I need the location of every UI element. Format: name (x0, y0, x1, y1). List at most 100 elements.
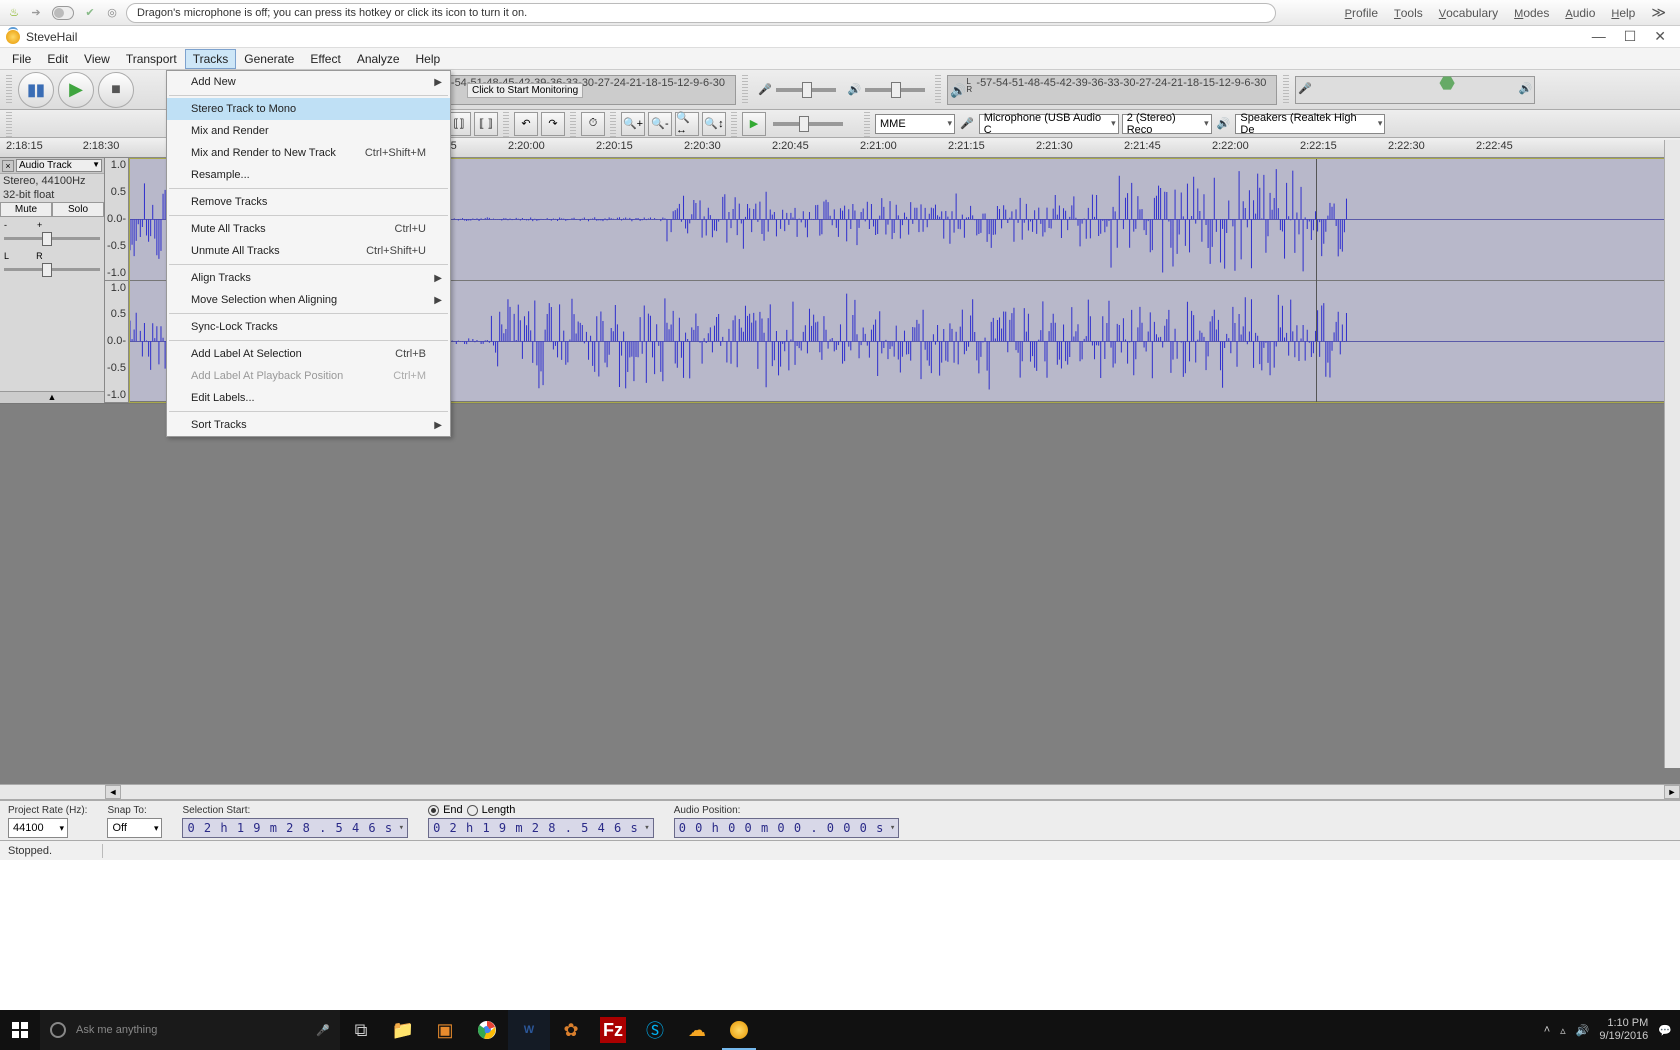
vertical-scrollbar[interactable] (1664, 140, 1680, 768)
cortana-search[interactable]: Ask me anything 🎤 (40, 1010, 340, 1050)
menu-item[interactable]: Mix and Render to New TrackCtrl+Shift+M (167, 142, 450, 164)
audio-position-field[interactable]: 0 0 h 0 0 m 0 0 . 0 0 0 s (674, 818, 900, 838)
selection-start-field[interactable]: 0 2 h 1 9 m 2 8 . 5 4 6 s (182, 818, 408, 838)
stop-button[interactable]: ■ (98, 72, 134, 108)
menu-transport[interactable]: Transport (118, 49, 185, 69)
menu-item[interactable]: Add New▶ (167, 71, 450, 93)
menu-item[interactable]: Sort Tracks▶ (167, 414, 450, 436)
play-at-speed-button[interactable]: ▶ (742, 112, 766, 136)
scroll-left-button[interactable]: ◄ (105, 785, 121, 799)
menu-tracks[interactable]: Tracks (185, 49, 237, 69)
horizontal-scrollbar[interactable]: ◄ ► (0, 784, 1680, 800)
dragon-menu-modes[interactable]: Modes (1514, 6, 1549, 20)
task-view-button[interactable]: ⧉ (340, 1010, 382, 1050)
toolbar-grip[interactable] (935, 75, 941, 105)
tray-chevron-icon[interactable]: ˄ (1544, 1024, 1550, 1036)
menu-item[interactable]: Align Tracks▶ (167, 267, 450, 289)
taskbar-filezilla-icon[interactable]: Fz (600, 1017, 626, 1043)
menu-item[interactable]: Move Selection when Aligning▶ (167, 289, 450, 311)
menu-item[interactable]: Edit Labels... (167, 387, 450, 409)
menu-analyze[interactable]: Analyze (349, 49, 408, 69)
taskbar-explorer-icon[interactable]: 📁 (382, 1010, 424, 1050)
menu-item[interactable]: Stereo Track to Mono (167, 98, 450, 120)
toolbar-grip[interactable] (6, 75, 12, 105)
zoom-in-button[interactable]: 🔍+ (621, 112, 645, 136)
zoom-out-button[interactable]: 🔍- (648, 112, 672, 136)
scrub-ruler[interactable]: 🎤 ⬣ 🔊 (1295, 76, 1535, 104)
scroll-right-button[interactable]: ► (1664, 785, 1680, 799)
dragon-menu-audio[interactable]: Audio (1565, 6, 1595, 20)
dragon-menu-help[interactable]: Help (1611, 6, 1635, 20)
toolbar-grip[interactable] (731, 109, 737, 139)
menu-item[interactable]: Remove Tracks (167, 191, 450, 213)
mute-button[interactable]: Mute (0, 202, 52, 217)
input-device-combo[interactable]: Microphone (USB Audio C (979, 114, 1119, 134)
play-speed-slider[interactable] (769, 109, 859, 139)
dragon-menu-vocabulary[interactable]: Vocabulary (1439, 6, 1498, 20)
snap-to-combo[interactable]: Off (107, 818, 162, 838)
tray-network-icon[interactable]: ▵ (1560, 1024, 1566, 1037)
toolbar-grip[interactable] (864, 109, 870, 139)
redo-button[interactable]: ↷ (541, 112, 565, 136)
dragon-check-icon[interactable]: ✔ (82, 5, 98, 21)
fit-selection-button[interactable]: 🔍↔ (675, 112, 699, 136)
toolbar-grip[interactable] (1283, 75, 1289, 105)
track-control-panel[interactable]: × Audio Track Stereo, 44100Hz 32-bit flo… (0, 158, 105, 403)
menu-effect[interactable]: Effect (302, 49, 348, 69)
taskbar-skype-icon[interactable]: Ⓢ (634, 1010, 676, 1050)
close-button[interactable]: ✕ (1654, 28, 1666, 45)
recording-meter[interactable]: 🎤 LR -57-54-51-48-45-42-39-36-33-30-27-2… (406, 75, 736, 105)
menu-item[interactable]: Mix and Render (167, 120, 450, 142)
toolbar-grip[interactable] (570, 109, 576, 139)
rec-volume-slider[interactable]: 🎤 (754, 75, 840, 105)
scrub-head-icon[interactable]: ⬣ (1439, 73, 1455, 94)
track-collapse-button[interactable]: ▲ (0, 391, 104, 403)
taskbar-media-icon[interactable]: ▣ (424, 1010, 466, 1050)
dragon-menu-profile[interactable]: Profile (1345, 6, 1378, 20)
dragon-flame-icon[interactable]: ♨ (6, 5, 22, 21)
taskbar-word-icon[interactable]: W (508, 1010, 550, 1050)
menu-help[interactable]: Help (408, 49, 449, 69)
dragon-target-icon[interactable]: ◎ (104, 5, 120, 21)
end-radio[interactable] (428, 805, 439, 816)
tray-volume-icon[interactable]: 🔊 (1576, 1024, 1590, 1037)
menu-file[interactable]: File (4, 49, 39, 69)
track-name-dropdown[interactable]: Audio Track (16, 159, 102, 172)
menu-view[interactable]: View (76, 49, 118, 69)
sync-lock-button[interactable]: ⏱ (581, 112, 605, 136)
taskbar-chrome-icon[interactable] (466, 1010, 508, 1050)
track-close-button[interactable]: × (2, 160, 14, 172)
maximize-button[interactable]: ☐ (1624, 28, 1637, 45)
undo-button[interactable]: ↶ (514, 112, 538, 136)
fit-project-button[interactable]: 🔍↕ (702, 112, 726, 136)
menu-item[interactable]: Mute All TracksCtrl+U (167, 218, 450, 240)
menu-edit[interactable]: Edit (39, 49, 76, 69)
gain-slider[interactable]: - + (0, 217, 104, 248)
playback-meter[interactable]: 🔊 LR -57-54-51-48-45-42-39-36-33-30-27-2… (947, 75, 1277, 105)
menu-item[interactable]: Resample... (167, 164, 450, 186)
tray-notifications-icon[interactable]: 💬 (1658, 1024, 1672, 1037)
menu-item[interactable]: Sync-Lock Tracks (167, 316, 450, 338)
tray-clock[interactable]: 1:10 PM9/19/2016 (1599, 1017, 1648, 1043)
dragon-mic-off-icon[interactable] (50, 5, 76, 21)
toolbar-grip[interactable] (610, 109, 616, 139)
pause-button[interactable]: ▮▮ (18, 72, 54, 108)
toolbar-grip[interactable] (6, 109, 12, 139)
host-combo[interactable]: MME (875, 114, 955, 134)
taskbar-app-icon[interactable]: ✿ (550, 1010, 592, 1050)
toolbar-grip[interactable] (503, 109, 509, 139)
solo-button[interactable]: Solo (52, 202, 104, 217)
project-rate-combo[interactable]: 44100 (8, 818, 68, 838)
menu-item[interactable]: Add Label At SelectionCtrl+B (167, 343, 450, 365)
toolbar-grip[interactable] (742, 75, 748, 105)
length-radio[interactable] (467, 805, 478, 816)
dragon-chevron-icon[interactable]: ≫ (1651, 4, 1666, 21)
selection-end-field[interactable]: 0 2 h 1 9 m 2 8 . 5 4 6 s (428, 818, 654, 838)
pan-slider[interactable]: L R (0, 248, 104, 279)
menu-generate[interactable]: Generate (236, 49, 302, 69)
silence-button[interactable]: ⟦ ⟧ (474, 112, 498, 136)
minimize-button[interactable]: — (1592, 28, 1606, 45)
play-volume-slider[interactable]: 🔊 (844, 75, 930, 105)
monitor-hint[interactable]: Click to Start Monitoring (467, 83, 583, 98)
output-device-combo[interactable]: Speakers (Realtek High De (1235, 114, 1385, 134)
